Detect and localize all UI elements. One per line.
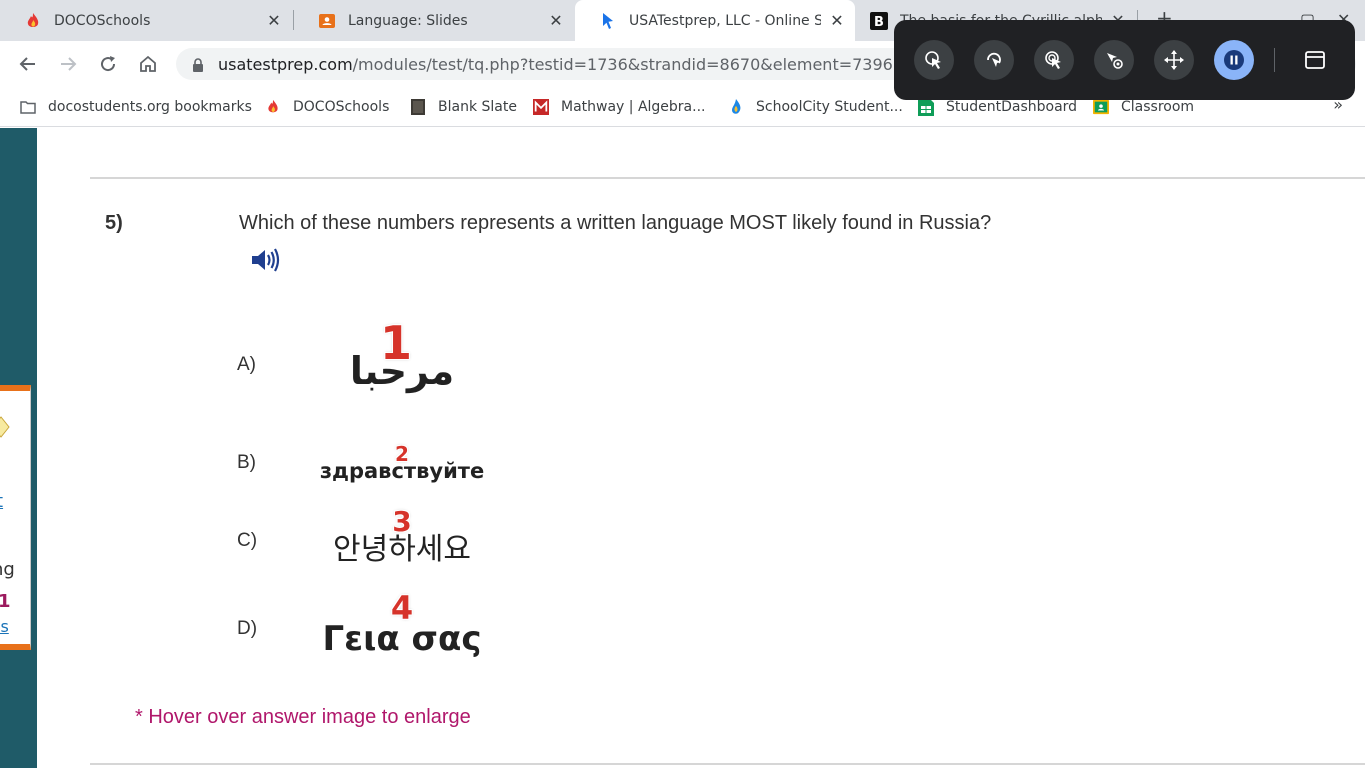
folder-icon bbox=[20, 99, 36, 115]
question-text: Which of these numbers represents a writ… bbox=[239, 212, 992, 234]
svg-text:B: B bbox=[874, 15, 884, 30]
back-arrow-icon[interactable] bbox=[16, 52, 40, 76]
b-logo-icon: B bbox=[870, 11, 888, 30]
url-domain: usatestprep.com bbox=[218, 55, 353, 74]
mathway-icon bbox=[533, 99, 549, 115]
popup-number-fragment: 1 bbox=[0, 591, 11, 612]
cursor-icon bbox=[599, 12, 617, 30]
divider-top bbox=[90, 177, 1365, 179]
schoolcity-icon bbox=[728, 99, 744, 115]
option-word: здравствуйте bbox=[319, 459, 485, 483]
option-b-letter[interactable]: B) bbox=[237, 452, 256, 474]
screen-capture-toolbar bbox=[894, 20, 1355, 100]
option-word: مرحبا bbox=[349, 349, 455, 393]
option-word: 안녕하세요 bbox=[333, 532, 471, 567]
tab-title: USATestprep, LLC - Online Stat bbox=[629, 12, 821, 29]
bookmark-label: Blank Slate bbox=[438, 99, 517, 115]
bookmark-mathway[interactable]: Mathway | Algebra... bbox=[533, 97, 706, 117]
option-a-letter[interactable]: A) bbox=[237, 354, 256, 376]
bookmark-docostudents[interactable]: docostudents.org bookmarks bbox=[20, 97, 252, 117]
bookmark-label: Classroom bbox=[1121, 99, 1195, 115]
reload-icon[interactable] bbox=[96, 52, 120, 76]
forward-arrow-icon[interactable] bbox=[56, 52, 80, 76]
tab-docoschools[interactable]: DOCOSchools ✕ bbox=[0, 0, 292, 41]
bookmark-label: StudentDashboard bbox=[946, 99, 1078, 115]
home-icon[interactable] bbox=[136, 52, 160, 76]
tab-usatestprep[interactable]: USATestprep, LLC - Online Stat ✕ bbox=[575, 0, 855, 41]
multi-cursor-icon[interactable] bbox=[1034, 40, 1074, 80]
select-cursor-icon[interactable] bbox=[914, 40, 954, 80]
popup-link-fragment[interactable]: t bbox=[0, 491, 3, 512]
doco-flame-icon bbox=[265, 99, 281, 115]
test-page: t ng 1 ls 5) Which of these numbers repr… bbox=[0, 128, 1365, 768]
close-icon[interactable]: ✕ bbox=[266, 12, 282, 29]
bookmark-label: Mathway | Algebra... bbox=[561, 99, 706, 115]
screen-capture-icon[interactable] bbox=[1094, 40, 1134, 80]
close-icon[interactable]: ✕ bbox=[548, 12, 564, 29]
tab-title: DOCOSchools bbox=[54, 12, 151, 29]
option-a-image[interactable]: 1 مرحبا bbox=[326, 320, 478, 406]
lock-icon bbox=[192, 57, 204, 76]
side-info-popup: t ng 1 ls bbox=[0, 385, 31, 650]
bookmark-docoschools[interactable]: DOCOSchools bbox=[265, 97, 389, 117]
popup-text-fragment: ng bbox=[0, 559, 15, 580]
window-mode-icon[interactable] bbox=[1295, 40, 1335, 80]
option-b-image[interactable]: 2 здравствуйте bbox=[320, 444, 484, 486]
url-path: /modules/test/tq.php?testid=1736&strandi… bbox=[352, 55, 926, 74]
slides-icon bbox=[318, 12, 336, 30]
divider-bottom bbox=[90, 763, 1365, 765]
speaker-icon[interactable] bbox=[250, 246, 282, 278]
bookmark-label: docostudents.org bookmarks bbox=[48, 99, 252, 115]
tab-title: Language: Slides bbox=[348, 12, 468, 29]
blank-slate-icon bbox=[410, 99, 426, 115]
bookmark-blank-slate[interactable]: Blank Slate bbox=[410, 97, 517, 117]
option-c-letter[interactable]: C) bbox=[237, 530, 257, 552]
option-d-letter[interactable]: D) bbox=[237, 618, 257, 640]
hover-hint: * Hover over answer image to enlarge bbox=[135, 706, 471, 728]
move-arrows-icon[interactable] bbox=[1154, 40, 1194, 80]
bookmark-studentdashboard[interactable]: StudentDashboard bbox=[918, 97, 1077, 117]
popup-link-fragment[interactable]: ls bbox=[0, 617, 9, 636]
pause-icon[interactable] bbox=[1214, 40, 1254, 80]
rotate-cursor-icon[interactable] bbox=[974, 40, 1014, 80]
classroom-icon bbox=[1093, 99, 1109, 115]
url-text: usatestprep.com/modules/test/tq.php?test… bbox=[218, 55, 925, 74]
toolbar-divider bbox=[1274, 48, 1275, 72]
tab-language-slides[interactable]: Language: Slides ✕ bbox=[294, 0, 574, 41]
sheets-icon bbox=[918, 98, 934, 116]
bookmark-label: DOCOSchools bbox=[293, 99, 390, 115]
bookmark-label: SchoolCity Student... bbox=[756, 99, 903, 115]
option-word: Γεια σας bbox=[322, 619, 482, 659]
bookmark-classroom[interactable]: Classroom bbox=[1093, 97, 1194, 117]
close-icon[interactable]: ✕ bbox=[829, 12, 845, 29]
question-number: 5) bbox=[105, 212, 123, 234]
option-d-image[interactable]: 4 Γεια σας bbox=[322, 592, 481, 664]
option-c-image[interactable]: 3 안녕하세요 bbox=[326, 508, 478, 576]
bookmark-schoolcity[interactable]: SchoolCity Student... bbox=[728, 97, 903, 117]
diamond-icon bbox=[0, 416, 10, 438]
doco-flame-icon bbox=[24, 12, 42, 30]
